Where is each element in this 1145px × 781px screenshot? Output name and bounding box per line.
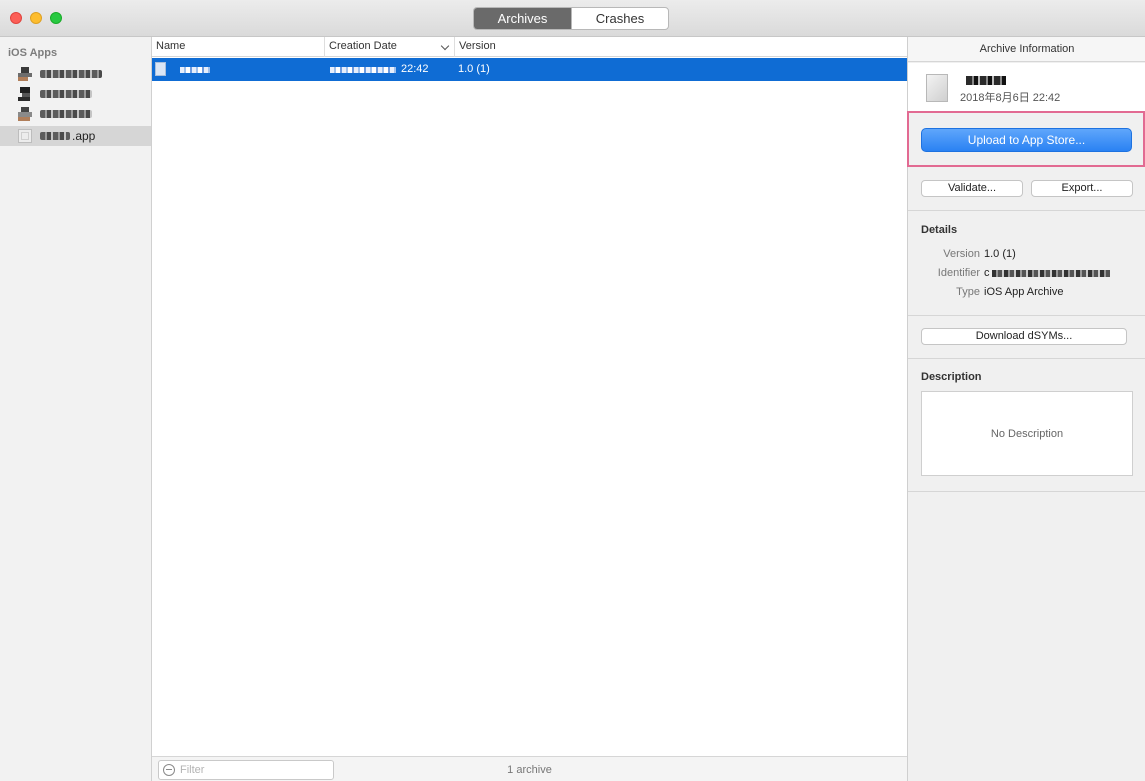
chevron-down-icon xyxy=(440,41,450,51)
app-icon xyxy=(18,107,32,121)
archive-version: 1.0 (1) xyxy=(458,63,490,75)
sidebar-item-app-3[interactable] xyxy=(0,104,151,124)
archive-date-redacted xyxy=(330,67,396,73)
archive-summary: 2018年8月6日 22:42 xyxy=(908,63,1145,111)
tab-crashes[interactable]: Crashes xyxy=(571,8,668,29)
column-header-name[interactable]: Name xyxy=(152,37,324,57)
download-dsyms-button[interactable]: Download dSYMs... xyxy=(921,328,1127,345)
version-label: Version xyxy=(943,248,980,260)
app-icon xyxy=(18,129,32,143)
inspector-panel: Archive Information 2018年8月6日 22:42 Uplo… xyxy=(907,37,1145,781)
sidebar-item-label-redacted xyxy=(40,90,92,98)
sidebar-item-label-redacted xyxy=(40,132,70,140)
divider xyxy=(908,491,1145,492)
sidebar-item-app-2[interactable] xyxy=(0,84,151,104)
column-headers: Name Creation Date Version xyxy=(152,37,907,57)
identifier-redacted xyxy=(992,270,1110,277)
view-segmented-control: Archives Crashes xyxy=(473,7,669,30)
sidebar-item-label: .app xyxy=(72,129,96,143)
sidebar: iOS Apps .app xyxy=(0,37,152,781)
archive-name-redacted xyxy=(966,76,1006,85)
archive-icon xyxy=(926,74,948,102)
minimize-window-button[interactable] xyxy=(30,12,42,24)
version-value: 1.0 (1) xyxy=(984,248,1016,260)
sidebar-item-app-4[interactable]: .app xyxy=(0,126,151,146)
archive-count: 1 archive xyxy=(507,764,552,776)
sidebar-item-app-1[interactable] xyxy=(0,64,151,84)
divider xyxy=(908,315,1145,316)
table-row[interactable]: 22:42 1.0 (1) xyxy=(152,58,907,81)
sidebar-item-label-redacted xyxy=(40,110,92,118)
upload-to-app-store-button[interactable]: Upload to App Store... xyxy=(921,128,1132,152)
archives-list: Name Creation Date Version 22:42 1.0 (1)… xyxy=(152,37,907,781)
app-icon xyxy=(18,87,32,101)
sidebar-header: iOS Apps xyxy=(8,47,58,59)
archive-name-redacted xyxy=(180,67,210,73)
inspector-title: Archive Information xyxy=(908,37,1145,62)
maximize-window-button[interactable] xyxy=(50,12,62,24)
archive-time: 22:42 xyxy=(401,63,429,75)
description-title: Description xyxy=(921,371,982,383)
list-footer: 1 archive xyxy=(152,756,907,781)
identifier-label: Identifier xyxy=(937,267,980,279)
archive-date: 2018年8月6日 22:42 xyxy=(960,92,1061,104)
details-title: Details xyxy=(921,224,958,236)
validate-button[interactable]: Validate... xyxy=(921,180,1023,197)
column-header-version[interactable]: Version xyxy=(454,37,907,57)
export-button[interactable]: Export... xyxy=(1031,180,1133,197)
column-header-label: Creation Date xyxy=(329,40,397,52)
close-window-button[interactable] xyxy=(10,12,22,24)
description-field[interactable]: No Description xyxy=(921,391,1133,476)
column-header-creation-date[interactable]: Creation Date xyxy=(324,37,454,57)
description-placeholder: No Description xyxy=(990,428,1064,440)
divider xyxy=(908,358,1145,359)
divider xyxy=(908,210,1145,211)
type-value: iOS App Archive xyxy=(984,286,1064,298)
sidebar-item-label-redacted xyxy=(40,70,102,78)
tab-archives[interactable]: Archives xyxy=(474,8,571,29)
archive-icon xyxy=(155,62,166,76)
identifier-value: c xyxy=(984,267,990,279)
type-label: Type xyxy=(956,286,980,298)
app-icon xyxy=(18,67,32,81)
title-bar: Archives Crashes xyxy=(0,0,1145,37)
